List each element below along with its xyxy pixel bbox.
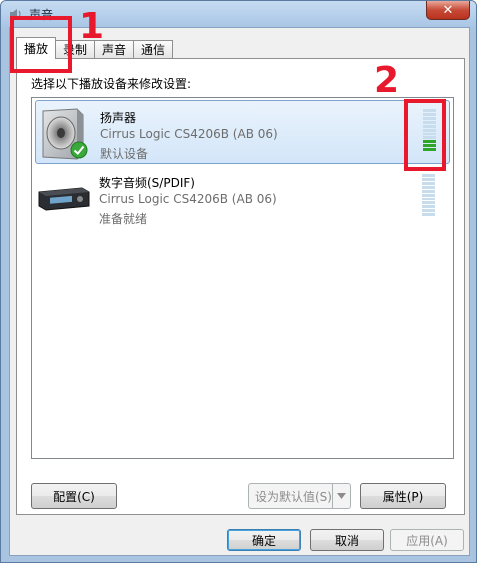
meter-segment <box>422 193 435 197</box>
digital-audio-device-icon <box>38 187 90 211</box>
close-button[interactable]: ✕ <box>426 1 470 20</box>
title-bar[interactable]: 声音 ✕ <box>1 1 476 27</box>
meter-segment <box>422 181 435 185</box>
properties-button[interactable]: 属性(P) <box>360 483 446 509</box>
meter-segment <box>422 209 435 213</box>
ok-button[interactable]: 确定 <box>227 529 301 551</box>
meter-segment <box>422 197 435 201</box>
close-icon: ✕ <box>442 2 454 18</box>
meter-segment <box>422 178 435 181</box>
tab-playback[interactable]: 播放 <box>16 37 57 59</box>
configure-button[interactable]: 配置(C) <box>31 483 117 509</box>
level-meter <box>422 172 435 216</box>
panel-instruction: 选择以下播放设备来修改设置: <box>31 77 192 91</box>
apply-button: 应用(A) <box>390 529 464 551</box>
device-description: Cirrus Logic CS4206B (AB 06) <box>99 192 277 206</box>
chevron-down-icon <box>332 484 350 508</box>
device-item-speakers[interactable]: 扬声器 Cirrus Logic CS4206B (AB 06) 默认设备 <box>35 100 450 164</box>
playback-panel: 选择以下播放设备来修改设置: 扬声器 Cirrus Logic CS4206B … <box>16 58 465 515</box>
device-list[interactable]: 扬声器 Cirrus Logic CS4206B (AB 06) 默认设备 数字… <box>31 97 454 459</box>
meter-segment <box>422 213 435 216</box>
device-name: 扬声器 <box>100 111 137 125</box>
meter-segment <box>422 174 435 178</box>
device-item-spdif[interactable]: 数字音频(S/PDIF) Cirrus Logic CS4206B (AB 06… <box>35 166 450 230</box>
meter-segment <box>422 201 435 205</box>
set-default-split-button: 设为默认值(S) <box>248 483 351 509</box>
tab-communications[interactable]: 通信 <box>133 40 174 59</box>
set-default-label: 设为默认值(S) <box>255 489 332 504</box>
device-description: Cirrus Logic CS4206B (AB 06) <box>100 127 278 141</box>
default-check-icon <box>70 141 88 159</box>
device-name: 数字音频(S/PDIF) <box>99 176 195 190</box>
meter-segment <box>422 205 435 209</box>
sound-dialog: 声音 ✕ 播放 录制 声音 通信 选择以下播放设备来修改设置: 扬声器 Cirr… <box>0 0 477 563</box>
annotation-box-2 <box>404 99 446 171</box>
annotation-number-2: 2 <box>374 60 400 101</box>
device-status: 默认设备 <box>100 147 149 161</box>
meter-segment <box>422 185 435 189</box>
dialog-client: 播放 录制 声音 通信 选择以下播放设备来修改设置: 扬声器 Cirrus Lo… <box>9 27 470 556</box>
meter-segment <box>422 189 435 193</box>
device-status: 准备就绪 <box>99 212 148 226</box>
cancel-button[interactable]: 取消 <box>310 529 384 551</box>
annotation-number-1: 1 <box>79 6 105 47</box>
